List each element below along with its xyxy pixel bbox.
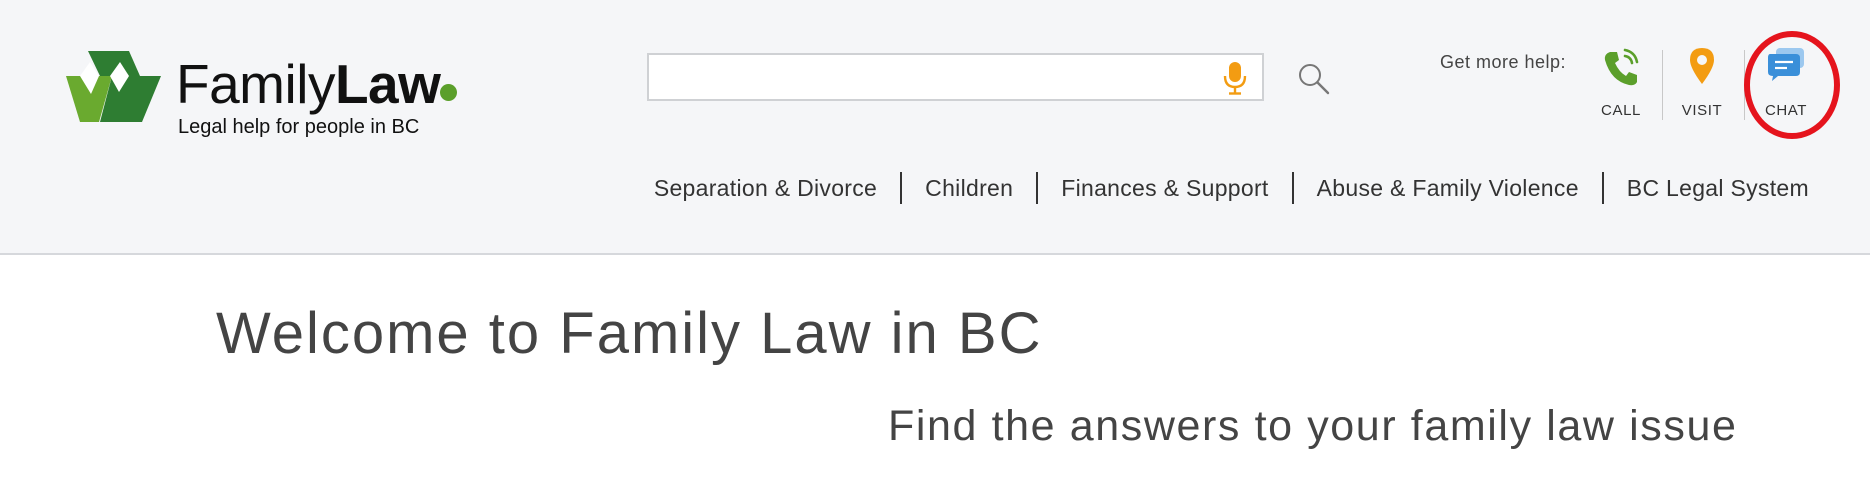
page-subtitle: Find the answers to your family law issu… <box>888 402 1738 450</box>
search-input[interactable] <box>649 55 1209 99</box>
nav-item-children[interactable]: Children <box>902 170 1036 206</box>
phone-icon <box>1604 48 1639 86</box>
call-button[interactable]: CALL <box>1586 46 1656 122</box>
call-label: CALL <box>1601 102 1641 119</box>
chat-highlight-circle <box>1744 31 1840 139</box>
nav-item-finances-support[interactable]: Finances & Support <box>1038 170 1291 206</box>
brand-dot <box>440 84 457 101</box>
brand-name: FamilyLaw <box>176 53 441 115</box>
site-logo[interactable]: FamilyLaw Legal help for people in BC <box>66 48 486 148</box>
family-law-logo-icon <box>66 51 161 122</box>
page-title: Welcome to Family Law in BC <box>216 301 1043 366</box>
brand-name-regular: Family <box>176 53 335 115</box>
brand-name-bold: Law <box>334 53 441 115</box>
visit-button[interactable]: VISIT <box>1667 46 1737 122</box>
visit-label: VISIT <box>1681 102 1723 119</box>
main-nav: Separation & Divorce Children Finances &… <box>631 168 1809 208</box>
nav-item-separation-divorce[interactable]: Separation & Divorce <box>631 170 900 206</box>
microphone-icon[interactable] <box>1223 61 1247 95</box>
search-icon[interactable] <box>1297 62 1331 96</box>
brand-tagline: Legal help for people in BC <box>178 116 420 138</box>
nav-item-abuse-family-violence[interactable]: Abuse & Family Violence <box>1294 170 1602 206</box>
map-pin-icon <box>1690 48 1714 84</box>
nav-item-bc-legal-system[interactable]: BC Legal System <box>1604 170 1809 206</box>
help-divider <box>1662 50 1663 120</box>
search-box <box>647 53 1264 101</box>
site-header: FamilyLaw Legal help for people in BC Ge… <box>0 0 1870 255</box>
get-more-help-label: Get more help: <box>1440 52 1567 72</box>
